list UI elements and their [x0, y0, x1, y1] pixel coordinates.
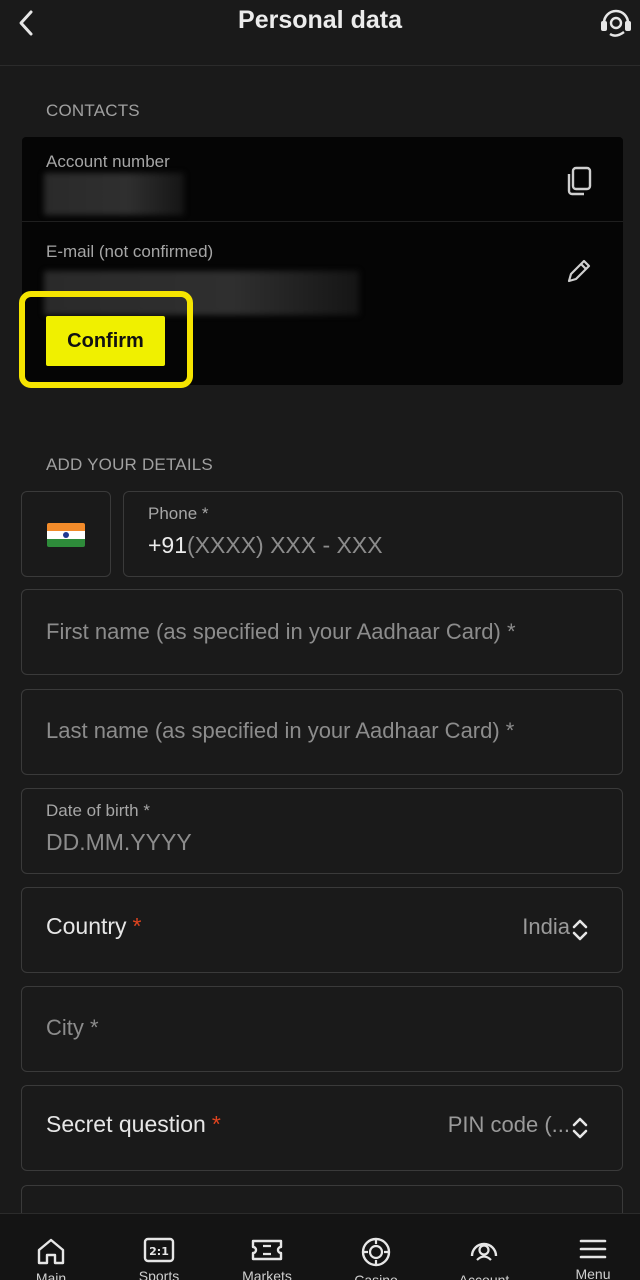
headset-support-icon [601, 9, 631, 37]
account-number-value-redacted [44, 173, 184, 215]
first-name-field[interactable]: First name (as specified in your Aadhaar… [21, 589, 623, 675]
support-button[interactable] [596, 2, 636, 42]
copy-account-button[interactable] [561, 163, 597, 199]
nav-account[interactable]: Account [439, 1214, 529, 1280]
dob-placeholder: DD.MM.YYYY [46, 829, 192, 855]
city-field[interactable]: City * [21, 986, 623, 1072]
ticket-icon [251, 1239, 283, 1261]
nav-main[interactable]: Main [6, 1214, 96, 1280]
svg-text:2:1: 2:1 [149, 1245, 169, 1258]
account-number-label: Account number [46, 152, 170, 171]
nav-sports[interactable]: 2:1 Sports [114, 1214, 204, 1280]
confirm-email-button[interactable]: Confirm [46, 316, 165, 366]
dob-label: Date of birth * [46, 801, 150, 820]
chevron-up-down-icon [572, 919, 588, 941]
country-select[interactable]: Country * India [21, 887, 623, 973]
last-name-field[interactable]: Last name (as specified in your Aadhaar … [21, 689, 623, 775]
chevron-up-down-icon [572, 1117, 588, 1139]
edit-email-button[interactable] [561, 253, 597, 289]
nav-account-label: Account [458, 1272, 510, 1280]
pencil-icon [567, 259, 591, 283]
scoreboard-icon: 2:1 [143, 1237, 175, 1263]
nav-markets[interactable]: Markets [222, 1214, 312, 1280]
last-name-placeholder: Last name (as specified in your Aadhaar … [46, 718, 515, 743]
page-title: Personal data [238, 6, 402, 34]
secret-question-value: PIN code (... [447, 1112, 570, 1137]
hamburger-menu-icon [579, 1239, 607, 1259]
phone-label: Phone * [148, 504, 209, 523]
casino-chip-icon [361, 1237, 391, 1267]
country-value: India [522, 914, 570, 939]
first-name-placeholder: First name (as specified in your Aadhaar… [46, 619, 516, 644]
app-header: Personal data [0, 0, 640, 66]
bottom-navigation: Main 2:1 Sports Markets Casino Account M… [0, 1213, 640, 1280]
contacts-section-label: CONTACTS [46, 101, 140, 120]
date-of-birth-field[interactable]: Date of birth * DD.MM.YYYY [21, 788, 623, 874]
copy-icon [567, 166, 592, 196]
phone-prefix: +91 [148, 532, 188, 558]
home-icon [37, 1238, 65, 1265]
phone-field[interactable]: Phone * +91(XXXX) XXX - XXX [123, 491, 623, 577]
phone-input[interactable]: +91(XXXX) XXX - XXX [148, 532, 383, 559]
country-code-selector[interactable] [21, 491, 111, 577]
secret-question-select[interactable]: Secret question * PIN code (... [21, 1085, 623, 1171]
secret-question-label: Secret question * [46, 1111, 221, 1137]
details-section-label: ADD YOUR DETAILS [46, 455, 213, 474]
country-label: Country * [46, 913, 142, 939]
nav-menu[interactable]: Menu [548, 1214, 638, 1280]
city-placeholder: City * [46, 1015, 99, 1040]
user-icon [470, 1242, 498, 1261]
phone-placeholder: (XXXX) XXX - XXX [187, 532, 383, 558]
nav-menu-label: Menu [575, 1266, 611, 1280]
india-flag-icon [47, 523, 85, 547]
nav-sports-label: Sports [138, 1268, 180, 1280]
nav-casino[interactable]: Casino [331, 1214, 421, 1280]
email-label: E-mail (not confirmed) [46, 242, 214, 261]
nav-main-label: Main [35, 1270, 67, 1280]
card-divider [22, 221, 623, 222]
nav-markets-label: Markets [242, 1268, 292, 1280]
nav-casino-label: Casino [354, 1272, 398, 1280]
